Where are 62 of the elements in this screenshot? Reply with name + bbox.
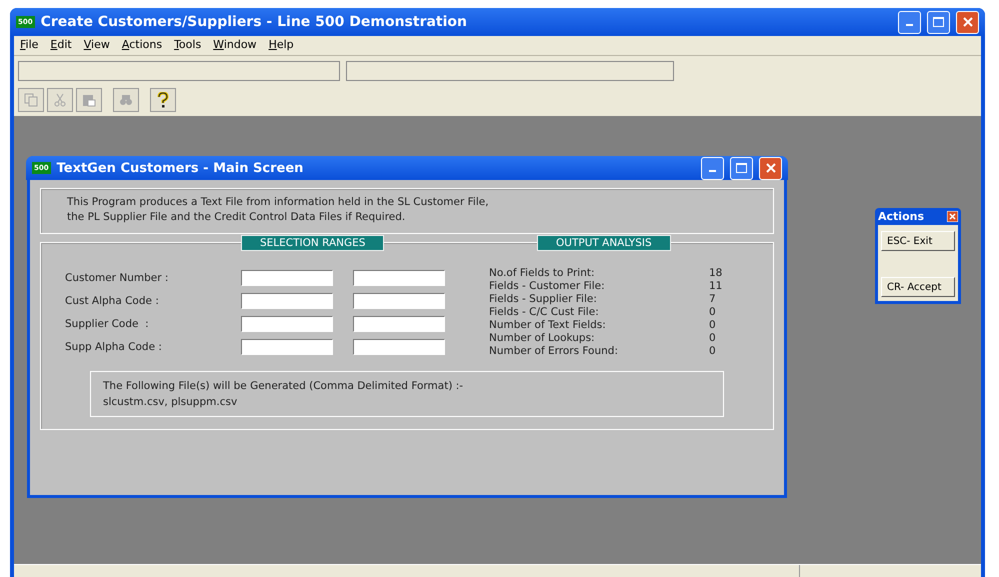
scissors-icon: [53, 93, 67, 107]
field-label: Supp Alpha Code :: [65, 340, 163, 352]
stat-value: 11: [709, 280, 724, 292]
input-field[interactable]: [241, 292, 333, 308]
maximize-icon: [933, 17, 944, 27]
menu-item[interactable]: Tools: [174, 38, 202, 53]
close-icon: [766, 163, 776, 173]
toolbar-button[interactable]: [150, 88, 176, 112]
field-label: Supplier Code :: [65, 318, 150, 330]
field-label: Cust Alpha Code :: [65, 294, 160, 306]
minimize-button[interactable]: [701, 156, 724, 180]
menu-item[interactable]: Help: [268, 38, 294, 53]
close-icon[interactable]: [947, 211, 958, 222]
stat-label: Number of Errors Found:: [489, 345, 619, 357]
description-text: This Program produces a Text File from information held in the SL Customer File, the PL Supplier File and the Credit Control Data Files if Required.: [67, 195, 490, 225]
input-field[interactable]: [353, 316, 445, 332]
input-field[interactable]: [241, 316, 333, 332]
panel-title: Actions: [878, 210, 924, 223]
action-button[interactable]: CR- Accept: [881, 277, 955, 297]
file-list: slcustm.csv, plsuppm.csv: [103, 396, 711, 408]
stat-label: No.of Fields to Print:: [489, 267, 596, 279]
menu-item[interactable]: Actions: [122, 38, 162, 53]
stat-value: 0: [709, 345, 717, 357]
field-label: Customer Number :: [65, 272, 170, 284]
input-field[interactable]: [241, 338, 333, 354]
close-icon: [962, 17, 972, 27]
window-title: TextGen Customers - Main Screen: [56, 160, 304, 176]
files-caption: The Following File(s) will be Generated (Comma Delimited Format) :-: [103, 380, 464, 392]
section-heading: OUTPUT ANALYSIS: [537, 235, 671, 251]
section-heading: SELECTION RANGES: [241, 235, 384, 251]
input-field[interactable]: [353, 270, 445, 286]
input-field[interactable]: [353, 292, 445, 308]
menu-item[interactable]: View: [84, 38, 110, 53]
stat-value: 18: [709, 267, 724, 279]
stat-label: Fields - Customer File:: [489, 280, 606, 292]
input-field[interactable]: [18, 61, 340, 81]
window-title: Create Customers/Suppliers - Line 500 Demonstration: [40, 14, 468, 30]
stat-label: Number of Text Fields:: [489, 319, 607, 331]
stat-value: 7: [709, 293, 717, 305]
binoculars-icon: [119, 93, 133, 107]
close-button[interactable]: [956, 10, 979, 34]
maximize-icon: [736, 163, 747, 173]
stat-value: 0: [709, 319, 717, 331]
clipboard-icon: [82, 93, 96, 107]
menu-item[interactable]: Edit: [50, 38, 72, 53]
copy-icon: [24, 93, 38, 107]
maximize-button[interactable]: [730, 156, 753, 180]
maximize-button[interactable]: [927, 10, 950, 34]
close-button[interactable]: [759, 156, 782, 180]
stat-value: 0: [709, 332, 717, 344]
input-field[interactable]: [241, 270, 333, 286]
menu-item[interactable]: Window: [213, 38, 257, 53]
stat-label: Fields - C/C Cust File:: [489, 306, 600, 318]
stat-value: 0: [709, 306, 717, 318]
menu-item[interactable]: File: [20, 38, 38, 53]
action-button[interactable]: ESC- Exit: [881, 231, 955, 251]
input-field[interactable]: [353, 338, 445, 354]
input-field[interactable]: [346, 61, 674, 81]
stat-label: Fields - Supplier File:: [489, 293, 598, 305]
minimize-button[interactable]: [898, 10, 921, 34]
question-mark-icon: [157, 92, 169, 108]
stat-label: Number of Lookups:: [489, 332, 596, 344]
